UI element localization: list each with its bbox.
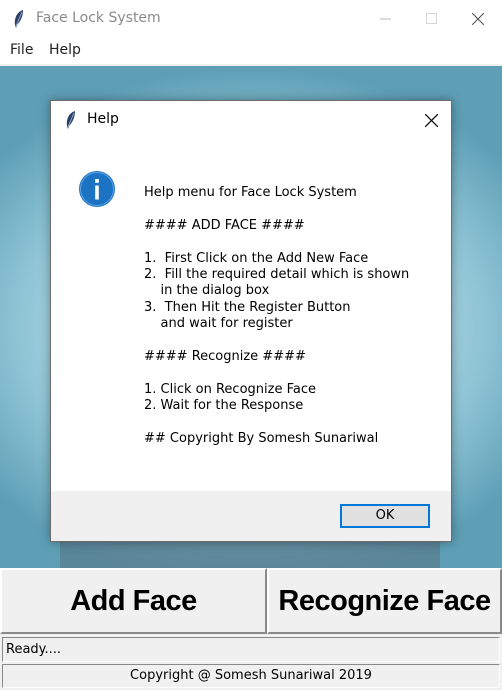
menu-help[interactable]: Help	[49, 42, 81, 58]
help-line: #### ADD FACE ####	[144, 217, 305, 233]
minimize-icon	[380, 18, 391, 20]
help-line: #### Recognize ####	[144, 349, 306, 365]
dialog-title: Help	[87, 111, 119, 127]
maximize-icon	[426, 13, 437, 24]
help-line	[144, 201, 444, 217]
feather-icon	[66, 111, 75, 129]
status-bar: Ready....	[2, 637, 500, 662]
help-line	[144, 234, 444, 250]
help-line: 2. Wait for the Response	[144, 398, 304, 414]
help-line	[144, 333, 444, 349]
help-line	[144, 415, 444, 431]
help-line: and wait for register	[144, 316, 293, 332]
help-line: Help menu for Face Lock System	[144, 185, 357, 200]
recognize-face-button[interactable]: Recognize Face	[267, 568, 502, 634]
close-icon	[425, 114, 438, 127]
info-icon	[79, 171, 115, 207]
dialog-footer: OK	[51, 491, 451, 541]
menu-file[interactable]: File	[10, 42, 33, 58]
dialog-close-button[interactable]	[413, 101, 451, 139]
help-line: in the dialog box	[144, 283, 270, 299]
help-line: 1. Click on Recognize Face	[144, 381, 316, 397]
close-icon	[472, 13, 484, 25]
help-dialog: Help Help menu for Face Lock System ####…	[50, 100, 452, 542]
minimize-button[interactable]	[363, 0, 409, 38]
window-title: Face Lock System	[36, 10, 161, 26]
help-line: ## Copyright By Somesh Sunariwal	[144, 431, 379, 447]
background-pedestal	[60, 540, 440, 568]
help-line: 3. Then Hit the Register Button	[144, 299, 351, 315]
window-titlebar[interactable]: Face Lock System	[0, 0, 502, 38]
maximize-button[interactable]	[409, 0, 455, 38]
ok-button[interactable]: OK	[340, 504, 430, 528]
close-button[interactable]	[455, 0, 501, 38]
feather-icon	[14, 10, 23, 28]
help-line	[144, 365, 444, 381]
menu-bar: File Help	[0, 38, 502, 64]
copyright-footer: Copyright @ Somesh Sunariwal 2019	[2, 664, 500, 688]
add-face-button[interactable]: Add Face	[0, 568, 267, 634]
help-line: 1. First Click on the Add New Face	[144, 250, 369, 266]
dialog-titlebar[interactable]: Help	[51, 101, 451, 139]
help-line: 2. Fill the required detail which is sho…	[144, 267, 410, 282]
help-message: Help menu for Face Lock System #### ADD …	[144, 185, 444, 447]
